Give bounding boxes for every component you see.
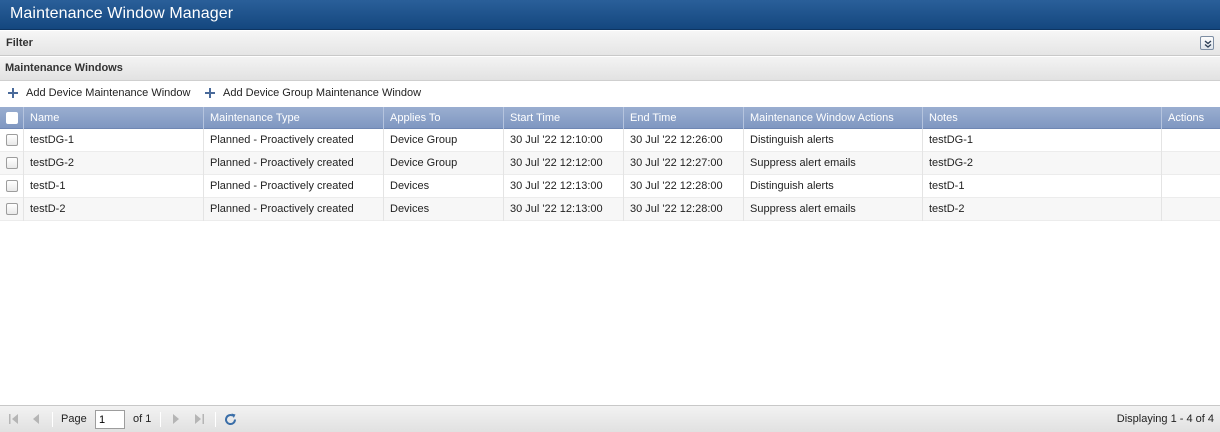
paging-toolbar: Page of 1 Displaying 1 - 4 of 4	[0, 405, 1220, 432]
cell-start-time: 30 Jul '22 12:13:00	[504, 175, 624, 198]
column-header-start-time[interactable]: Start Time	[504, 107, 624, 129]
cell-name: testD-2	[24, 198, 204, 221]
plus-icon	[7, 87, 19, 99]
cell-applies-to: Device Group	[384, 129, 504, 152]
maintenance-windows-grid: Name Maintenance Type Applies To Start T…	[0, 107, 1220, 221]
add-device-label: Add Device Maintenance Window	[26, 87, 191, 99]
cell-start-time: 30 Jul '22 12:10:00	[504, 129, 624, 152]
cell-window-actions: Distinguish alerts	[744, 129, 923, 152]
of-pages-label: of 1	[133, 413, 152, 425]
cell-end-time: 30 Jul '22 12:27:00	[624, 152, 744, 175]
select-all-checkbox[interactable]	[6, 112, 18, 124]
cell-actions	[1162, 198, 1220, 221]
display-count: Displaying 1 - 4 of 4	[1116, 413, 1214, 425]
cell-notes: testD-1	[923, 175, 1162, 198]
column-header-applies-to[interactable]: Applies To	[384, 107, 504, 129]
row-checkbox[interactable]	[6, 180, 18, 192]
title-bar: Maintenance Window Manager	[0, 0, 1220, 30]
previous-page-icon[interactable]	[30, 413, 42, 425]
cell-name: testDG-2	[24, 152, 204, 175]
filter-panel-header[interactable]: Filter	[0, 30, 1220, 56]
column-header-end-time[interactable]: End Time	[624, 107, 744, 129]
filter-label: Filter	[6, 37, 33, 49]
column-header-maintenance-window-actions[interactable]: Maintenance Window Actions	[744, 107, 923, 129]
table-row[interactable]: testD-1 Planned - Proactively created De…	[0, 175, 1220, 198]
double-chevron-down-icon	[1204, 40, 1212, 48]
first-page-icon[interactable]	[8, 413, 20, 425]
panel-title: Maintenance Windows	[5, 62, 123, 74]
toolbar: Add Device Maintenance Window Add Device…	[0, 82, 1220, 107]
cell-start-time: 30 Jul '22 12:12:00	[504, 152, 624, 175]
next-page-icon[interactable]	[170, 413, 182, 425]
cell-notes: testDG-2	[923, 152, 1162, 175]
cell-notes: testDG-1	[923, 129, 1162, 152]
app-title: Maintenance Window Manager	[10, 5, 234, 22]
cell-maintenance-type: Planned - Proactively created	[204, 175, 384, 198]
row-checkbox[interactable]	[6, 203, 18, 215]
column-header-notes[interactable]: Notes	[923, 107, 1162, 129]
cell-end-time: 30 Jul '22 12:26:00	[624, 129, 744, 152]
expand-filter-button[interactable]	[1200, 36, 1214, 50]
cell-window-actions: Distinguish alerts	[744, 175, 923, 198]
table-row[interactable]: testDG-2 Planned - Proactively created D…	[0, 152, 1220, 175]
cell-applies-to: Device Group	[384, 152, 504, 175]
cell-applies-to: Devices	[384, 198, 504, 221]
cell-window-actions: Suppress alert emails	[744, 198, 923, 221]
last-page-icon[interactable]	[193, 413, 205, 425]
table-row[interactable]: testDG-1 Planned - Proactively created D…	[0, 129, 1220, 152]
column-header-maintenance-type[interactable]: Maintenance Type	[204, 107, 384, 129]
plus-icon	[204, 87, 216, 99]
row-checkbox[interactable]	[6, 134, 18, 146]
cell-window-actions: Suppress alert emails	[744, 152, 923, 175]
cell-name: testD-1	[24, 175, 204, 198]
cell-maintenance-type: Planned - Proactively created	[204, 129, 384, 152]
cell-start-time: 30 Jul '22 12:13:00	[504, 198, 624, 221]
page-label: Page	[61, 413, 87, 425]
cell-notes: testD-2	[923, 198, 1162, 221]
cell-applies-to: Devices	[384, 175, 504, 198]
cell-maintenance-type: Planned - Proactively created	[204, 198, 384, 221]
select-all-cell	[0, 107, 24, 129]
column-header-name[interactable]: Name	[24, 107, 204, 129]
cell-actions	[1162, 152, 1220, 175]
grid-header: Name Maintenance Type Applies To Start T…	[0, 107, 1220, 129]
pager-separator	[160, 412, 161, 427]
maintenance-windows-panel-header: Maintenance Windows	[0, 57, 1220, 81]
cell-actions	[1162, 129, 1220, 152]
add-device-maintenance-window-button[interactable]: Add Device Maintenance Window	[7, 87, 190, 99]
cell-end-time: 30 Jul '22 12:28:00	[624, 175, 744, 198]
cell-end-time: 30 Jul '22 12:28:00	[624, 198, 744, 221]
cell-actions	[1162, 175, 1220, 198]
cell-name: testDG-1	[24, 129, 204, 152]
cell-maintenance-type: Planned - Proactively created	[204, 152, 384, 175]
pager-separator	[52, 412, 53, 427]
column-header-actions[interactable]: Actions	[1162, 107, 1220, 129]
page-number-input[interactable]	[95, 410, 125, 429]
add-group-label: Add Device Group Maintenance Window	[223, 87, 422, 99]
pager-separator	[215, 412, 216, 427]
refresh-icon[interactable]	[223, 412, 238, 427]
row-checkbox[interactable]	[6, 157, 18, 169]
add-device-group-maintenance-window-button[interactable]: Add Device Group Maintenance Window	[204, 87, 421, 99]
table-row[interactable]: testD-2 Planned - Proactively created De…	[0, 198, 1220, 221]
